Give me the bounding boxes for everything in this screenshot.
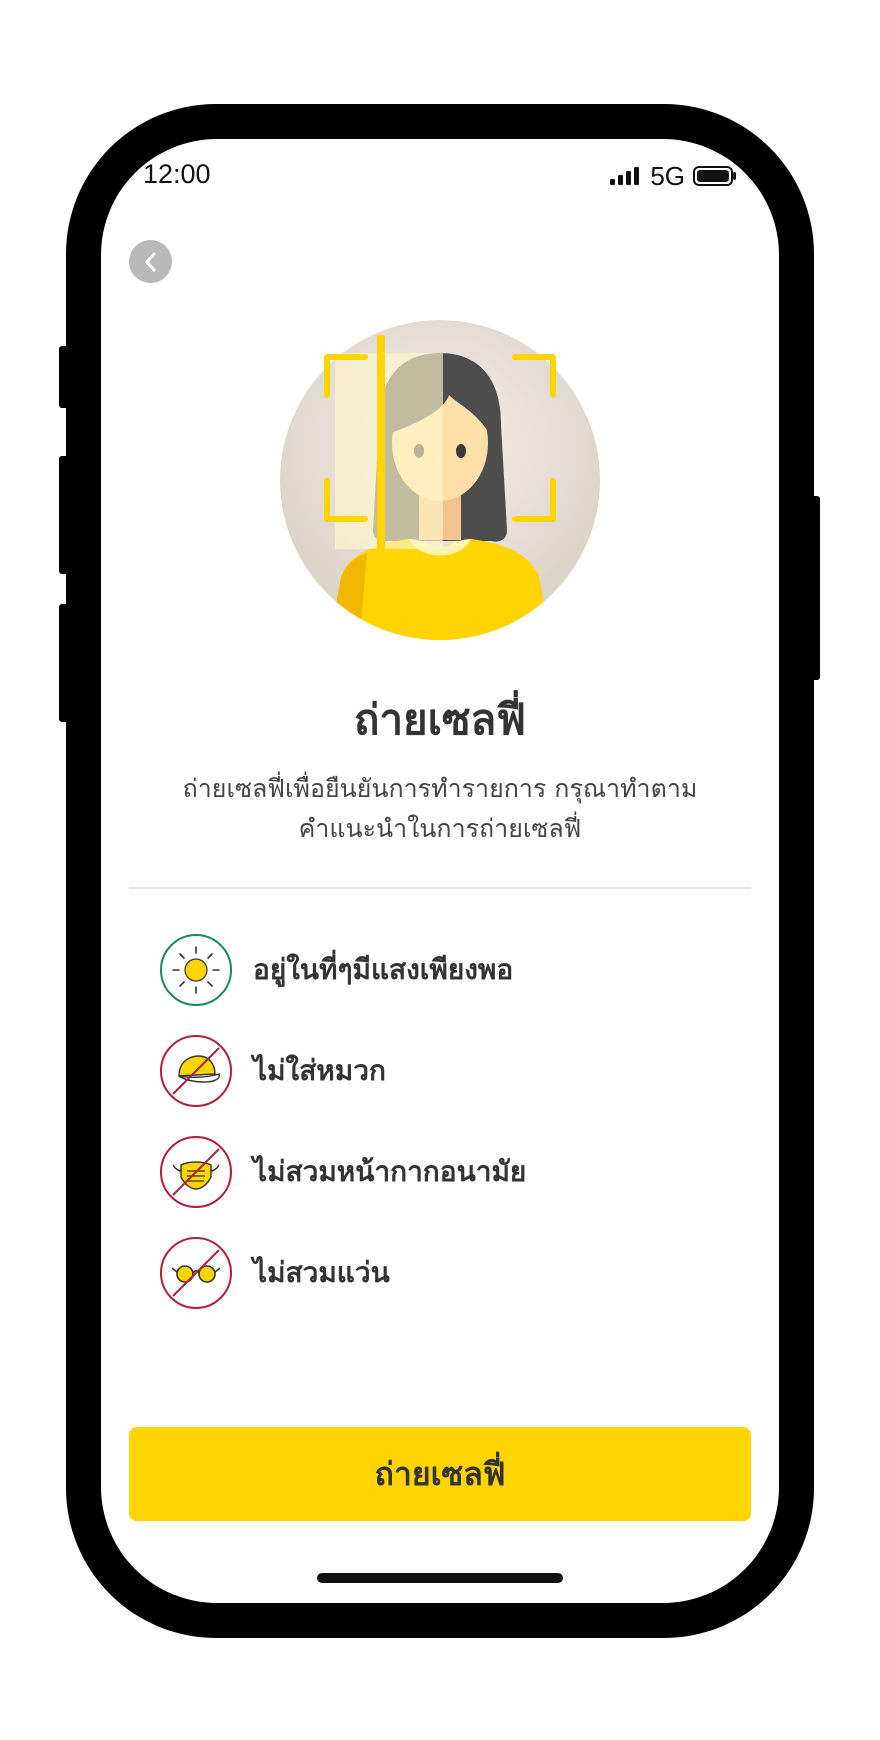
divider [129,887,751,889]
guideline-item-no-glasses: ไม่สวมแว่น [159,1222,749,1323]
guideline-label: ไม่สวมแว่น [253,1255,390,1289]
signal-icon [610,167,640,185]
back-button[interactable] [129,240,172,283]
guideline-item-no-mask: ไม่สวมหน้ากากอนามัย [159,1121,749,1222]
battery-icon [693,166,736,186]
guideline-item-lighting: อยู่ในที่ๆมีแสงเพียงพอ [159,919,749,1020]
phone-side-button [59,604,69,722]
selfie-illustration [280,320,600,640]
take-selfie-button[interactable]: ถ่ายเซลฟี่ [129,1427,751,1521]
network-type: 5G [650,161,685,191]
guideline-label: ไม่สวมหน้ากากอนามัย [253,1154,527,1188]
description-line: คำแนะนำในการถ่ายเซลฟี่ [298,814,582,843]
status-indicators: 5G [610,163,737,189]
phone-side-button [59,456,69,574]
status-time: 12:00 [143,159,211,189]
guideline-label: อยู่ในที่ๆมีแสงเพียงพอ [253,952,514,986]
page-title: ถ่ายเซลฟี่ [354,695,526,744]
app-screen: 12:00 5G ถ่ายเซลฟี่ ถ่ายเซลฟี่เพื่อยืนยั… [101,139,779,1603]
phone-power-button [810,496,820,680]
chevron-left-icon [145,252,155,271]
no-hat-icon [160,1034,232,1107]
no-glasses-icon [160,1236,232,1309]
guideline-label: ไม่ใส่หมวก [253,1053,386,1087]
home-indicator [317,1573,563,1583]
description-line: ถ่ายเซลฟี่เพื่อยืนยันการทำรายการ กรุณาทำ… [182,774,698,803]
guideline-list: อยู่ในที่ๆมีแสงเพียงพอ ไม่ใส่หมวก ไม่สวม… [159,919,749,1323]
page-description: ถ่ายเซลฟี่เพื่อยืนยันการทำรายการ กรุณาทำ… [141,769,739,849]
status-bar: 12:00 5G [101,139,779,209]
phone-side-button [59,346,69,408]
guideline-item-no-hat: ไม่ใส่หมวก [159,1020,749,1121]
no-mask-icon [160,1135,232,1208]
sun-icon [160,933,232,1006]
